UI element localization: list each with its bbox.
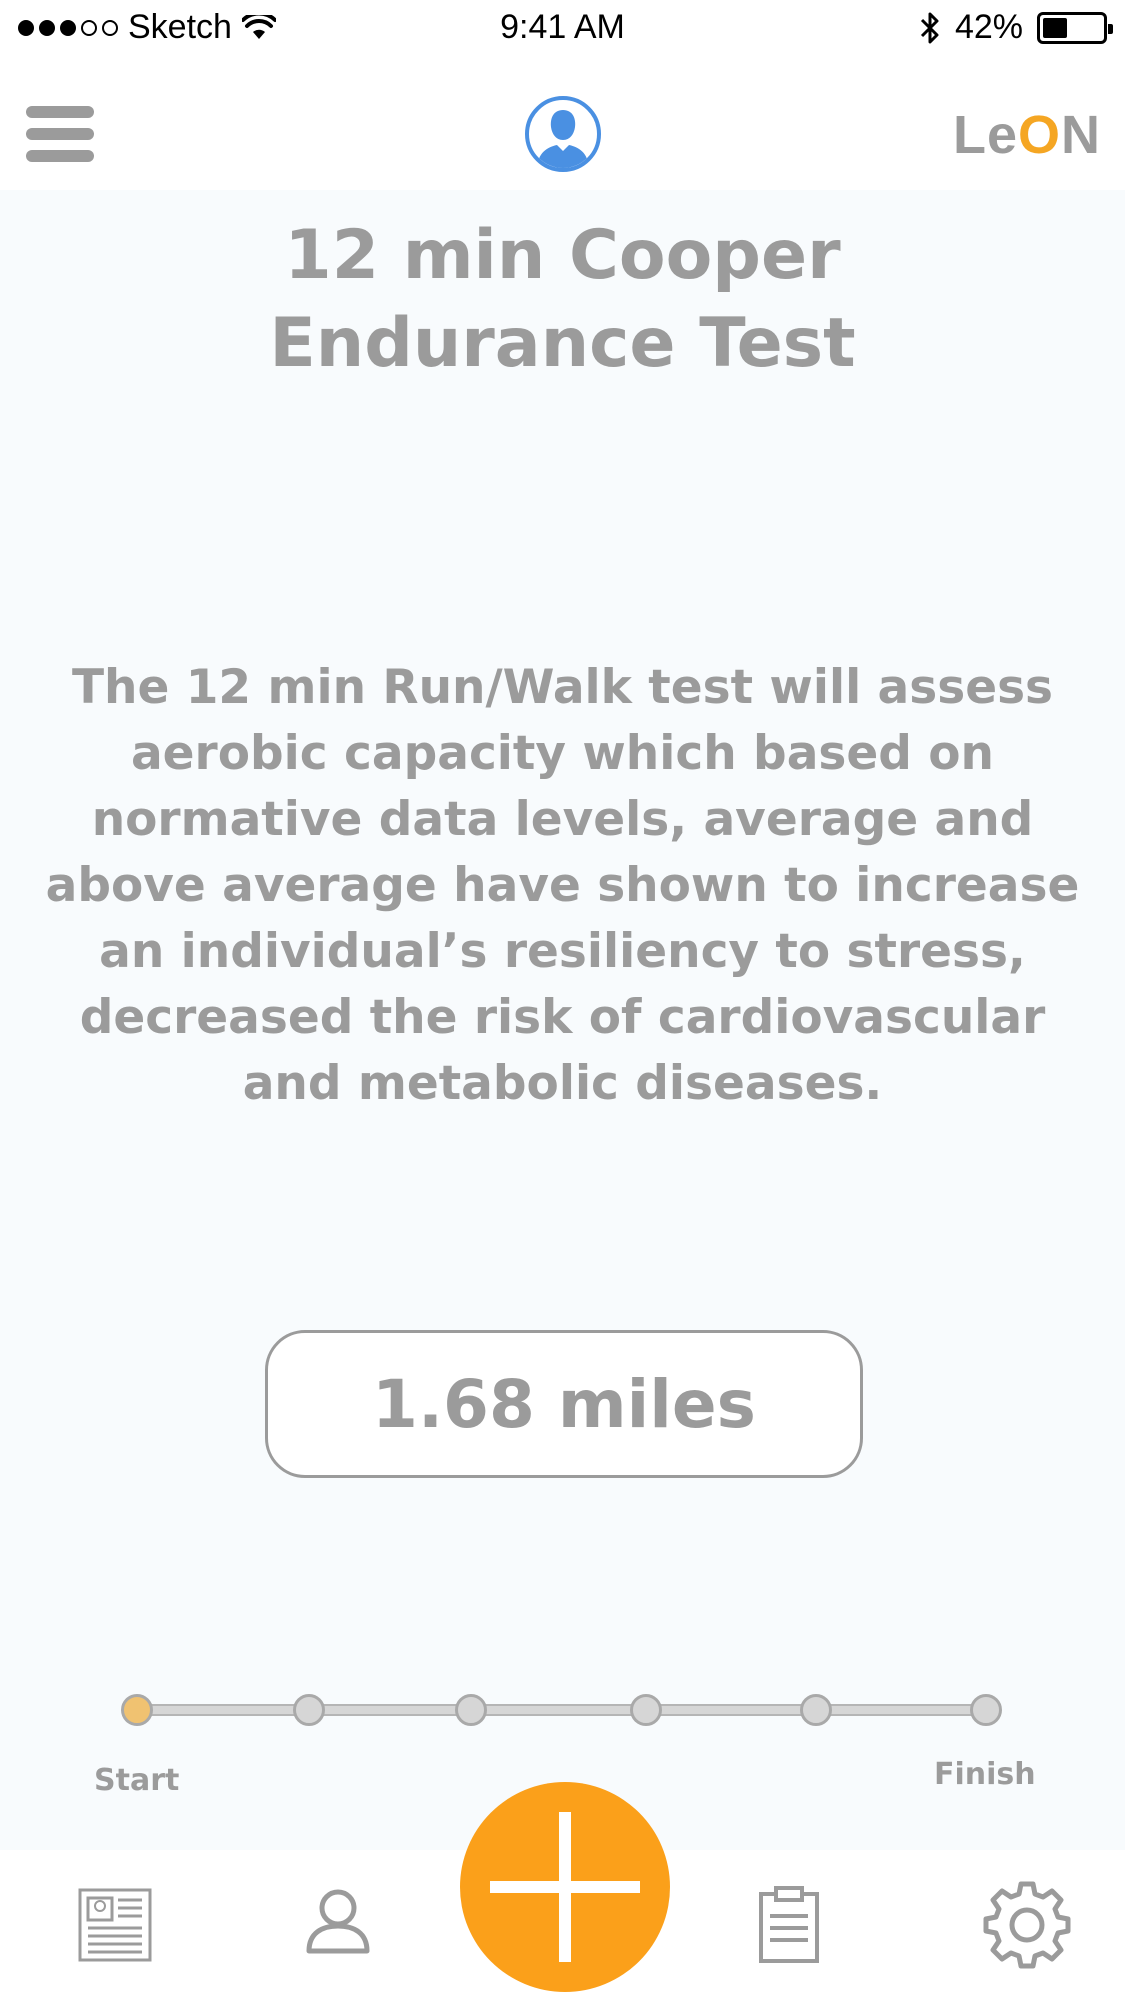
progress-finish-label: Finish	[934, 1757, 1036, 1792]
distance-value: 1.68 miles	[372, 1365, 756, 1443]
add-button[interactable]	[460, 1782, 670, 1992]
battery-percent: 42%	[954, 8, 1023, 46]
status-bar: Sketch 9:41 AM 42%	[0, 0, 1125, 60]
progress-start-label: Start	[94, 1763, 180, 1798]
main-content: 12 min Cooper Endurance Test The 12 min …	[0, 190, 1125, 1850]
hamburger-menu-icon[interactable]	[26, 106, 94, 162]
distance-result-field[interactable]: 1.68 miles	[265, 1330, 863, 1478]
page-title: 12 min Cooper Endurance Test	[269, 216, 856, 383]
progress-step	[121, 1694, 153, 1726]
progress-line	[135, 1704, 987, 1716]
app-header: LeON	[0, 60, 1125, 190]
status-right: 42%	[919, 8, 1113, 47]
bluetooth-icon	[920, 12, 939, 43]
progress-step	[970, 1694, 1002, 1726]
progress-step	[800, 1694, 832, 1726]
progress-step	[630, 1694, 662, 1726]
user-icon[interactable]	[305, 1888, 371, 1954]
test-description: The 12 min Run/Walk test will assess aer…	[45, 660, 1080, 1111]
user-avatar-icon[interactable]	[525, 96, 601, 172]
progress-step	[293, 1694, 325, 1726]
gear-icon[interactable]	[982, 1880, 1072, 1970]
progress-step	[455, 1694, 487, 1726]
battery-icon	[1037, 11, 1113, 44]
newspaper-icon[interactable]	[78, 1888, 152, 1962]
avatar-silhouette-icon	[537, 110, 589, 168]
clipboard-icon[interactable]	[758, 1886, 820, 1964]
leon-logo: LeON	[952, 105, 1101, 165]
